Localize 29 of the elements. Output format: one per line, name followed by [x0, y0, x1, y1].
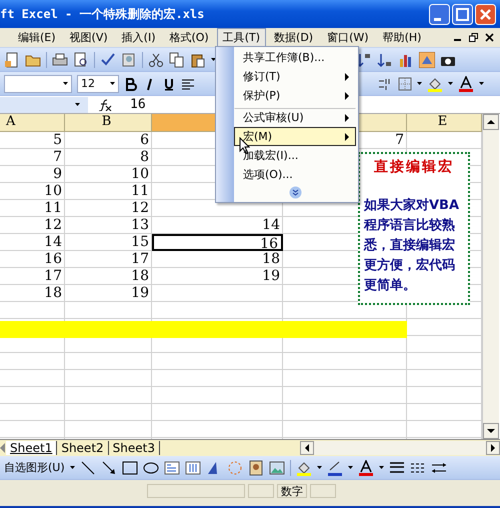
- table-cell: 10: [44, 183, 62, 199]
- table-cell: 11: [44, 200, 62, 216]
- font-size-value: 12: [81, 77, 95, 90]
- table-cell: 7: [395, 132, 404, 148]
- table-cell: 12: [44, 217, 62, 233]
- table-cell: 6: [140, 132, 149, 148]
- table-cell: 10: [131, 166, 149, 182]
- window-title: ft Excel - 一个特殊删除的宏.xls: [0, 6, 204, 22]
- table-cell: 18: [44, 285, 62, 301]
- table-cell: 8: [140, 149, 149, 165]
- table-cell: 19: [262, 268, 280, 284]
- text-box-body: 如果大家对VBA程序语言比较熟悉，直接编辑宏更方便，宏代码更简单。: [364, 196, 460, 295]
- table-cell: 14: [44, 234, 62, 250]
- table-cell: 7: [53, 149, 62, 165]
- status-mode: 数字: [277, 484, 307, 498]
- table-cell: 17: [131, 251, 149, 267]
- text-box-title: 直接编辑宏: [373, 158, 455, 176]
- table-cell: 9: [53, 166, 62, 182]
- table-cell: 12: [131, 200, 149, 216]
- table-cell: 18: [131, 268, 149, 284]
- table-cell: 18: [262, 251, 280, 267]
- table-cell: 14: [262, 217, 280, 233]
- table-cell: 15: [131, 234, 149, 250]
- table-cell: 5: [53, 132, 62, 148]
- table-cell: 13: [131, 217, 149, 233]
- table-cell: 11: [131, 183, 149, 199]
- table-cell: 16: [44, 251, 62, 267]
- table-cell: 17: [44, 268, 62, 284]
- table-cell: 19: [131, 285, 149, 301]
